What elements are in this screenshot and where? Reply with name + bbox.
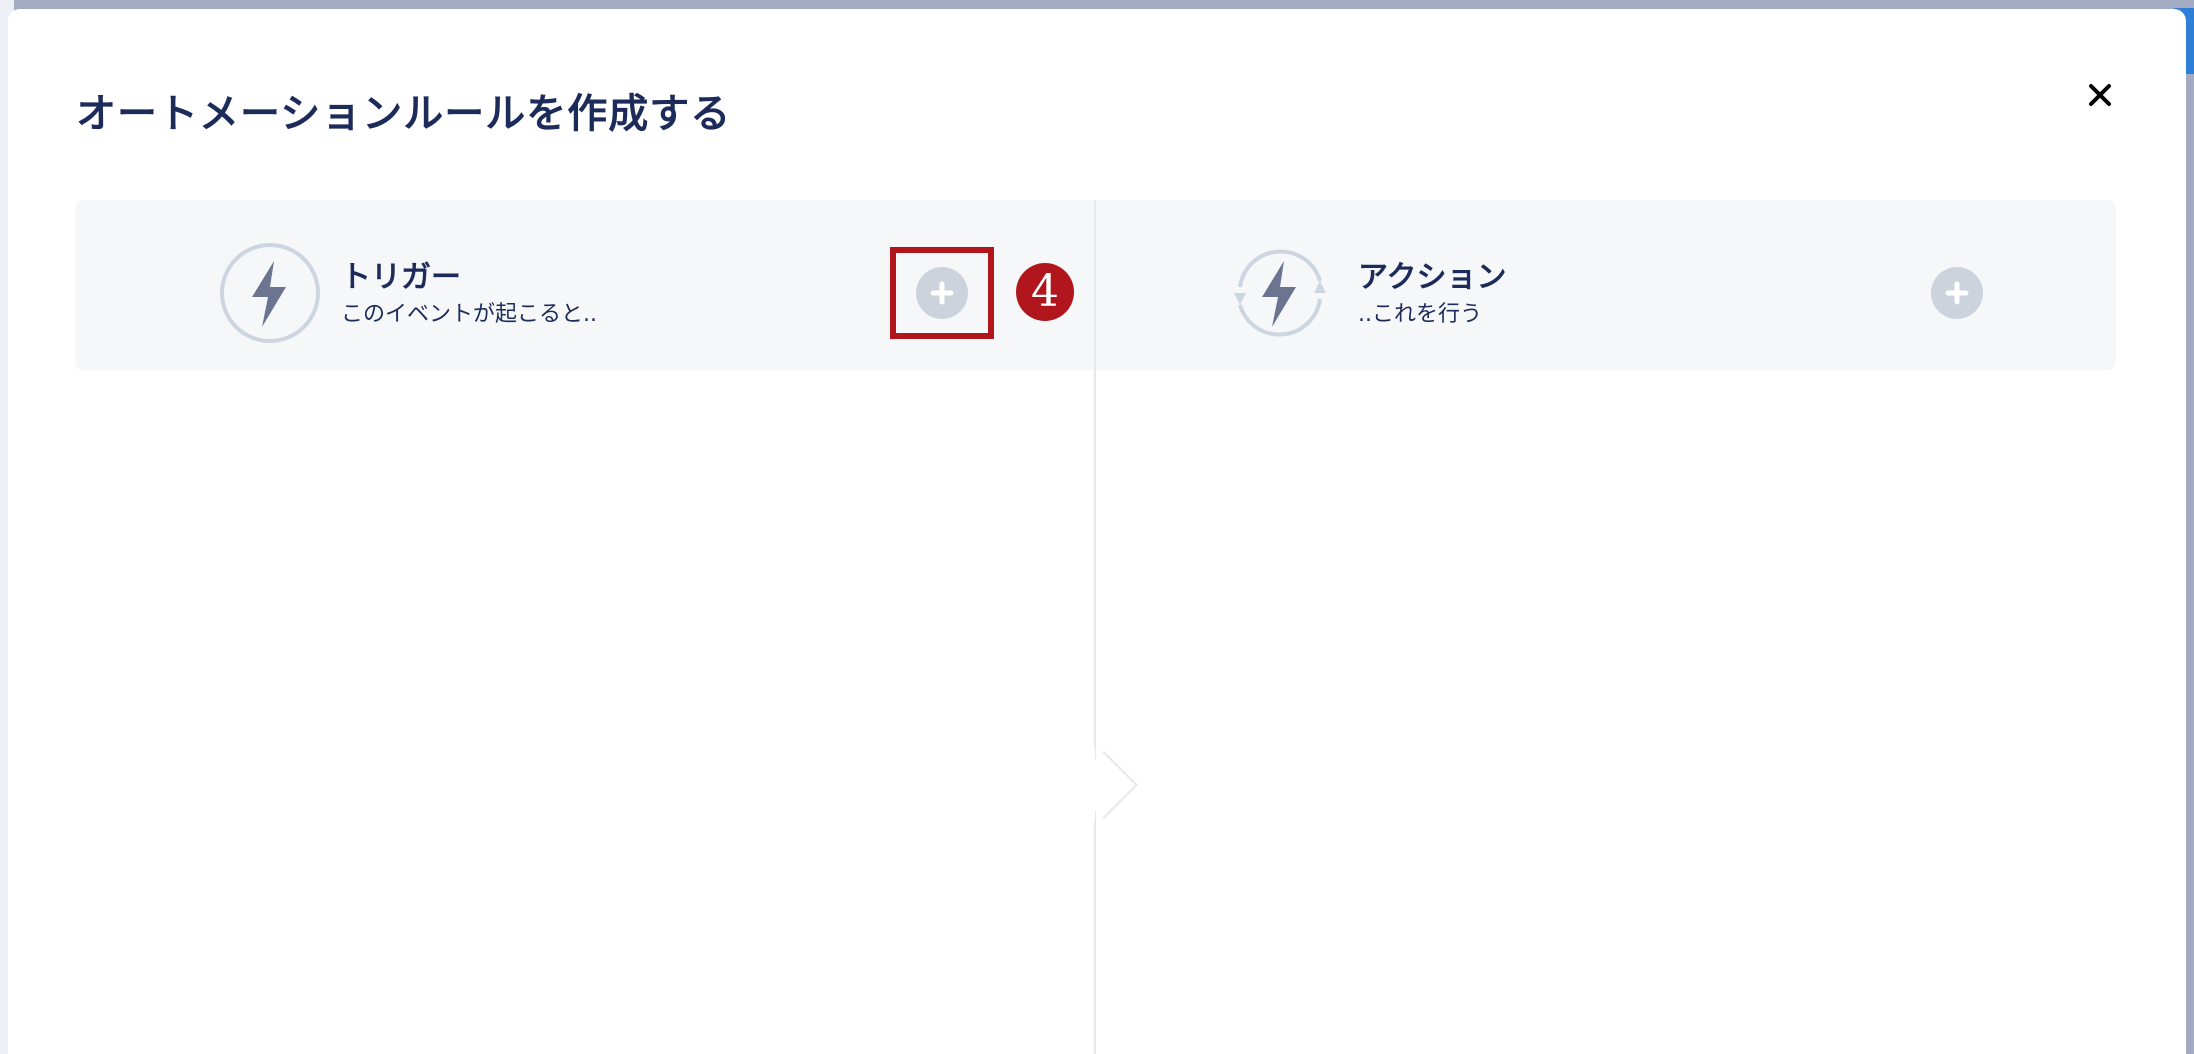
annotation-step-badge: 4 (1016, 263, 1074, 321)
annotation-highlight-box (890, 247, 994, 339)
action-subtitle: ..これを行う (1358, 302, 1482, 327)
modal-title: オートメーションルールを作成する (76, 91, 732, 137)
action-title: アクション (1358, 260, 1507, 295)
trigger-subtitle: このイベントが起こると.. (341, 302, 597, 327)
close-icon (2089, 84, 2111, 106)
lightning-bolt-icon (218, 241, 322, 345)
plus-icon (1945, 281, 1969, 305)
close-button[interactable] (2080, 75, 2120, 115)
trigger-title: トリガー (341, 260, 461, 295)
action-section: アクション ..これを行う (1096, 200, 2116, 370)
create-automation-rule-modal: オートメーションルールを作成する トリガー このイベントが起こると.. アクショ… (8, 9, 2186, 1054)
add-action-button[interactable] (1931, 267, 1983, 319)
flow-arrow-notch-cover (1058, 749, 1095, 821)
lightning-cycle-icon (1228, 241, 1332, 345)
